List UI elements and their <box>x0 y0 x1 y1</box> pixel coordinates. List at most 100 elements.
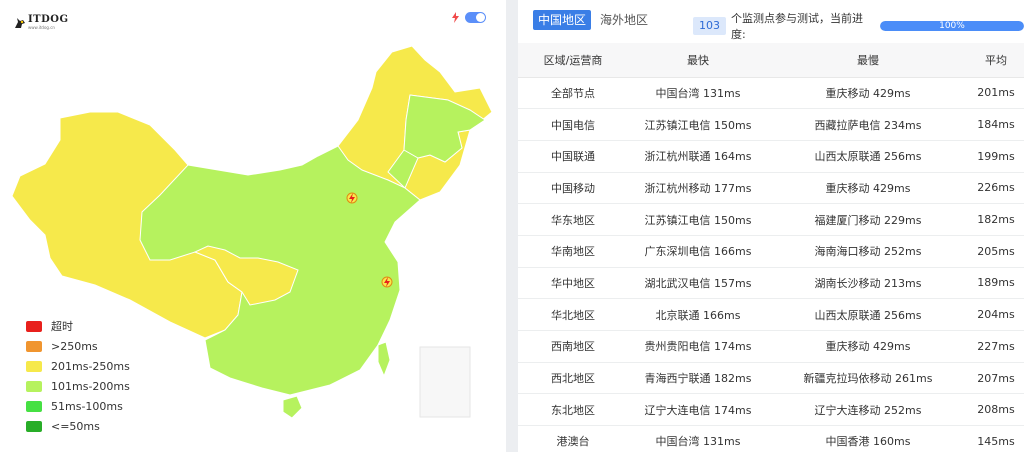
cell-slowest: 海南海口移动 252ms <box>768 235 968 268</box>
cell-region: 中国移动 <box>518 172 628 205</box>
legend-item-le-50[interactable]: <=50ms <box>26 416 130 436</box>
col-header-region[interactable]: 区域/运营商 <box>518 43 628 78</box>
cell-region: 华中地区 <box>518 267 628 300</box>
cell-region: 西南地区 <box>518 330 628 363</box>
cell-region: 东北地区 <box>518 393 628 427</box>
map-panel: ITDOG www.itdog.cn 超时 >250ms 201ms-250ms… <box>0 0 506 452</box>
south-china-sea-inset <box>419 346 471 418</box>
cell-slowest: 重庆移动 429ms <box>768 77 968 110</box>
table-row[interactable]: 东北地区 辽宁大连电信 174ms 辽宁大连移动 252ms 208ms <box>518 393 1024 427</box>
legend-label: 201ms-250ms <box>51 359 130 373</box>
legend-swatch <box>26 400 42 412</box>
results-panel: 中国地区 海外地区 103 个监测点参与测试，当前进度: 100% 区域/运营商… <box>518 0 1024 452</box>
table-row[interactable]: 中国移动 浙江杭州移动 177ms 重庆移动 429ms 226ms <box>518 172 1024 205</box>
legend-swatch <box>26 320 42 332</box>
region-tabs: 中国地区 海外地区 <box>533 10 653 30</box>
legend-item-201-250[interactable]: 201ms-250ms <box>26 356 130 376</box>
legend-label: 51ms-100ms <box>51 399 123 413</box>
progress-percent: 100% <box>939 21 965 31</box>
cell-slowest: 山西太原联通 256ms <box>768 140 968 173</box>
cell-average: 226ms <box>968 172 1024 205</box>
table-row[interactable]: 华南地区 广东深圳电信 166ms 海南海口移动 252ms 205ms <box>518 235 1024 268</box>
legend-item-101-200[interactable]: 101ms-200ms <box>26 376 130 396</box>
cell-slowest: 福建厦门移动 229ms <box>768 203 968 236</box>
results-table: 区域/运营商 最快 最慢 平均 全部节点 中国台湾 131ms 重庆移动 429ms… <box>518 43 1024 452</box>
cell-slowest: 重庆移动 429ms <box>768 330 968 363</box>
cell-fastest: 浙江杭州移动 177ms <box>628 172 768 205</box>
legend-label: <=50ms <box>51 419 100 433</box>
cell-average: 182ms <box>968 203 1024 236</box>
cell-region: 中国电信 <box>518 108 628 141</box>
tab-china[interactable]: 中国地区 <box>533 10 592 30</box>
legend-item-over-250[interactable]: >250ms <box>26 336 130 356</box>
cell-average: 207ms <box>968 362 1024 395</box>
cell-region: 西北地区 <box>518 362 628 395</box>
cell-average: 208ms <box>968 393 1024 427</box>
legend-swatch <box>26 360 42 372</box>
table-row[interactable]: 华中地区 湖北武汉电信 157ms 湖南长沙移动 213ms 189ms <box>518 267 1024 300</box>
table-row[interactable]: 华北地区 北京联通 166ms 山西太原联通 256ms 204ms <box>518 298 1024 331</box>
cell-fastest: 浙江杭州联通 164ms <box>628 140 768 173</box>
col-header-average[interactable]: 平均 <box>968 43 1024 78</box>
cell-fastest: 湖北武汉电信 157ms <box>628 267 768 300</box>
legend-item-51-100[interactable]: 51ms-100ms <box>26 396 130 416</box>
cell-fastest: 广东深圳电信 166ms <box>628 235 768 268</box>
table-row[interactable]: 中国电信 江苏镇江电信 150ms 西藏拉萨电信 234ms 184ms <box>518 108 1024 141</box>
cell-slowest: 新疆克拉玛依移动 261ms <box>768 362 968 395</box>
panel-divider <box>506 0 518 452</box>
cell-slowest: 重庆移动 429ms <box>768 172 968 205</box>
table-row[interactable]: 西北地区 青海西宁联通 182ms 新疆克拉玛依移动 261ms 207ms <box>518 362 1024 395</box>
beijing-marker[interactable] <box>346 192 358 204</box>
legend-swatch <box>26 420 42 432</box>
progress-text: 个监测点参与测试，当前进度: <box>731 12 863 41</box>
cell-average: 199ms <box>968 140 1024 173</box>
cell-slowest: 中国香港 160ms <box>768 425 968 452</box>
cell-fastest: 中国台湾 131ms <box>628 77 768 110</box>
table-row[interactable]: 华东地区 江苏镇江电信 150ms 福建厦门移动 229ms 182ms <box>518 203 1024 236</box>
cell-fastest: 青海西宁联通 182ms <box>628 362 768 395</box>
progress-bar: 100% <box>879 21 1024 31</box>
cell-region: 华南地区 <box>518 235 628 268</box>
cell-slowest: 辽宁大连移动 252ms <box>768 393 968 427</box>
cell-fastest: 江苏镇江电信 150ms <box>628 108 768 141</box>
cell-region: 全部节点 <box>518 77 628 110</box>
cell-fastest: 中国台湾 131ms <box>628 425 768 452</box>
legend-label: 101ms-200ms <box>51 379 130 393</box>
map-region-taiwan[interactable] <box>377 341 391 378</box>
col-header-fastest[interactable]: 最快 <box>628 43 768 78</box>
table-row[interactable]: 全部节点 中国台湾 131ms 重庆移动 429ms 201ms <box>518 77 1024 110</box>
node-count-badge: 103 <box>693 17 726 35</box>
legend-swatch <box>26 380 42 392</box>
cell-slowest: 山西太原联通 256ms <box>768 298 968 331</box>
cell-slowest: 西藏拉萨电信 234ms <box>768 108 968 141</box>
cell-average: 145ms <box>968 425 1024 452</box>
cell-region: 华北地区 <box>518 298 628 331</box>
legend-label: >250ms <box>51 339 98 353</box>
cell-fastest: 江苏镇江电信 150ms <box>628 203 768 236</box>
col-header-slowest[interactable]: 最慢 <box>768 43 968 78</box>
table-row[interactable]: 中国联通 浙江杭州联通 164ms 山西太原联通 256ms 199ms <box>518 140 1024 173</box>
table-row[interactable]: 港澳台 中国台湾 131ms 中国香港 160ms 145ms <box>518 425 1024 452</box>
map-region-hainan[interactable] <box>282 395 303 419</box>
legend-label: 超时 <box>51 320 73 333</box>
cell-average: 184ms <box>968 108 1024 141</box>
cell-fastest: 北京联通 166ms <box>628 298 768 331</box>
legend-swatch <box>26 340 42 352</box>
table-header-row: 区域/运营商 最快 最慢 平均 <box>518 43 1024 78</box>
cell-average: 205ms <box>968 235 1024 268</box>
cell-average: 189ms <box>968 267 1024 300</box>
cell-fastest: 贵州贵阳电信 174ms <box>628 330 768 363</box>
cell-region: 中国联通 <box>518 140 628 173</box>
table-row[interactable]: 西南地区 贵州贵阳电信 174ms 重庆移动 429ms 227ms <box>518 330 1024 363</box>
cell-region: 华东地区 <box>518 203 628 236</box>
tab-overseas[interactable]: 海外地区 <box>595 10 653 30</box>
test-progress: 103 个监测点参与测试，当前进度: 100% <box>693 10 1024 42</box>
legend-item-timeout[interactable]: 超时 <box>26 316 130 336</box>
cell-region: 港澳台 <box>518 425 628 452</box>
hangzhou-marker[interactable] <box>381 276 393 288</box>
cell-average: 201ms <box>968 77 1024 110</box>
cell-fastest: 辽宁大连电信 174ms <box>628 393 768 427</box>
cell-slowest: 湖南长沙移动 213ms <box>768 267 968 300</box>
cell-average: 204ms <box>968 298 1024 331</box>
cell-average: 227ms <box>968 330 1024 363</box>
